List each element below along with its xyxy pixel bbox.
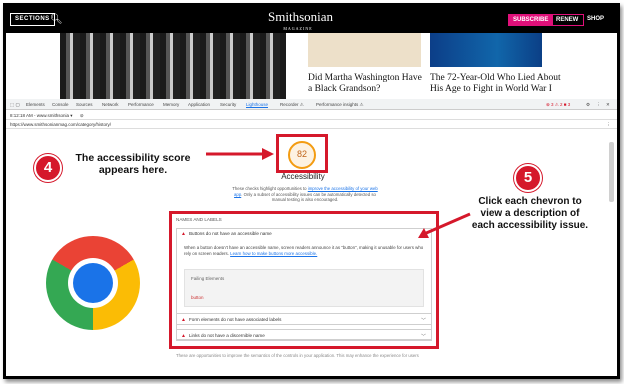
arrow-icon (206, 148, 274, 160)
site-logo[interactable]: Smithsonian MAGAZINE (268, 10, 333, 35)
close-icon[interactable]: ✕ (606, 102, 610, 108)
description-text: . Only a subset of accessibility issues … (241, 191, 376, 203)
article-photo[interactable] (60, 33, 286, 99)
step-5-caption: Click each chevron to view a description… (471, 196, 589, 231)
renew-button[interactable]: RENEW (550, 14, 585, 26)
warning-triangle-icon: ▲ (181, 333, 186, 339)
article-headline[interactable]: Did Martha Washington Have a Black Grand… (308, 73, 426, 95)
tab-elements[interactable]: Elements (26, 102, 45, 107)
tab-security[interactable]: Security (220, 102, 236, 107)
shop-link[interactable]: SHOP (587, 16, 604, 22)
article-photo[interactable] (308, 33, 421, 67)
article-photo[interactable] (430, 33, 542, 67)
description-text: These checks highlight opportunities to (232, 186, 308, 191)
devtools-tab-bar: ⬚ ▢ Elements Console Sources Network Per… (6, 99, 617, 110)
step-4-badge: 4 (34, 154, 62, 182)
scrollbar[interactable] (609, 142, 614, 202)
site-header: SECTIONS 🔍︎ Smithsonian MAGAZINE SUBSCRI… (6, 6, 617, 33)
failing-elements-table: Failing Elements button (184, 269, 424, 307)
chevron-down-icon[interactable]: ﹀ (421, 317, 426, 324)
tab-application[interactable]: Application (188, 102, 210, 107)
report-url: https://www.smithsonianmag.com/category/… (10, 122, 112, 127)
tab-recorder[interactable]: Recorder ⚠ (280, 102, 304, 108)
chrome-logo-core (73, 263, 113, 303)
audit-header-buttons[interactable]: ▲ Buttons do not have an accessible name … (176, 228, 432, 240)
warning-triangle-icon: ▲ (181, 231, 186, 237)
category-description: These checks highlight opportunities to … (230, 186, 380, 203)
audit-description: When a button doesn't have an accessible… (184, 245, 428, 257)
arrow-icon (418, 212, 471, 238)
tab-console[interactable]: Console (52, 102, 69, 107)
category-title: Accessibility (281, 172, 325, 181)
failing-elements-header: Failing Elements (191, 276, 225, 281)
clear-icon[interactable]: ⊘ (80, 113, 84, 118)
more-menu-icon[interactable]: ⋮ (596, 102, 601, 108)
step-5-badge: 5 (514, 164, 542, 192)
chevron-down-icon[interactable]: ﹀ (421, 333, 426, 340)
warning-triangle-icon: ▲ (181, 317, 186, 323)
article-headline[interactable]: The 72-Year-Old Who Lied About His Age t… (430, 73, 570, 95)
article-strip: Did Martha Washington Have a Black Grand… (6, 33, 617, 99)
issue-counters[interactable]: ⊗ 3 ⚠ 2 ■ 3 (546, 102, 570, 108)
failing-node[interactable]: button (191, 295, 204, 300)
audit-item-form-labels[interactable]: ▲ Form elements do not have associated la… (176, 313, 432, 325)
tab-sources[interactable]: Sources (76, 102, 93, 107)
tab-performance-insights[interactable]: Performance insights ⚠ (316, 102, 364, 108)
accessibility-score-gauge[interactable]: 82 (288, 141, 316, 169)
search-icon[interactable]: 🔍︎ (50, 14, 63, 25)
learn-more-link[interactable]: Learn how to make buttons more accessibl… (230, 251, 317, 256)
tab-network[interactable]: Network (102, 102, 119, 107)
audit-title: Links do not have a discernible name (188, 333, 265, 338)
inspect-icon[interactable]: ⬚ ▢ (10, 102, 20, 108)
tab-lighthouse[interactable]: Lighthouse (246, 102, 269, 108)
gear-icon[interactable]: ⚙ (586, 102, 590, 108)
screenshot-frame: SECTIONS 🔍︎ Smithsonian MAGAZINE SUBSCRI… (3, 3, 620, 379)
sections-button[interactable]: SECTIONS (10, 13, 55, 26)
logo-text: Smithsonian (268, 9, 334, 24)
more-menu-icon[interactable]: ⋮ (607, 122, 612, 128)
report-selector-bar: 8:12:18 AM - www.smithsonia ▾ ⊘ (6, 110, 617, 120)
tab-memory[interactable]: Memory (163, 102, 179, 107)
audit-item-link-names[interactable]: ▲ Links do not have a discernible name ﹀ (176, 329, 432, 341)
report-dropdown[interactable]: 8:12:18 AM - www.smithsonia ▾ (10, 113, 73, 118)
audit-title: Form elements do not have associated lab… (188, 317, 282, 322)
step-4-caption: The accessibility score appears here. (75, 152, 191, 176)
report-url-bar: https://www.smithsonianmag.com/category/… (6, 120, 617, 129)
audit-group-title: NAMES AND LABELS (176, 217, 222, 222)
tab-performance[interactable]: Performance (128, 102, 154, 107)
audit-title: Buttons do not have an accessible name (188, 231, 272, 236)
group-footer-text: These are opportunities to improve the s… (176, 353, 419, 358)
subscribe-button[interactable]: SUBSCRIBE (508, 14, 554, 26)
chrome-logo-icon (46, 236, 140, 330)
